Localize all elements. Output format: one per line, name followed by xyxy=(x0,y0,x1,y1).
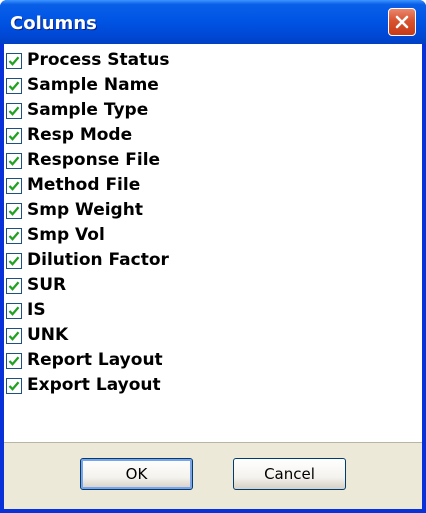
column-label: Dilution Factor xyxy=(27,250,169,270)
checkmark-icon xyxy=(8,56,20,66)
cancel-button[interactable]: Cancel xyxy=(233,458,346,490)
title-bar[interactable]: Columns xyxy=(0,0,426,44)
checkmark-icon xyxy=(8,231,20,241)
checkbox[interactable] xyxy=(6,253,22,269)
list-item[interactable]: Response File xyxy=(6,148,306,173)
list-item[interactable]: Dilution Factor xyxy=(6,248,306,273)
list-item[interactable]: SUR xyxy=(6,273,306,298)
checkbox[interactable] xyxy=(6,328,22,344)
checkmark-icon xyxy=(8,306,20,316)
list-item[interactable]: Smp Weight xyxy=(6,198,306,223)
window-title: Columns xyxy=(10,13,97,34)
column-label: Sample Name xyxy=(27,75,159,95)
column-label: Resp Mode xyxy=(27,125,133,145)
dialog-body: Process Status Sample Name Sample Type R… xyxy=(4,44,422,509)
close-icon xyxy=(395,15,409,29)
list-item[interactable]: Smp Vol xyxy=(6,223,306,248)
checkmark-icon xyxy=(8,81,20,91)
list-item[interactable]: Report Layout xyxy=(6,348,306,373)
list-item[interactable]: Sample Name xyxy=(6,73,306,98)
columns-dialog: Columns Process Status Sample Name Sampl… xyxy=(0,0,426,513)
checkbox[interactable] xyxy=(6,378,22,394)
checkbox[interactable] xyxy=(6,228,22,244)
column-label: Report Layout xyxy=(27,350,163,370)
column-label: Method File xyxy=(27,175,141,195)
checkmark-icon xyxy=(8,106,20,116)
close-button[interactable] xyxy=(388,8,416,36)
list-item[interactable]: Sample Type xyxy=(6,98,306,123)
list-item[interactable]: Process Status xyxy=(6,48,306,73)
column-label: SUR xyxy=(27,275,67,295)
checkmark-icon xyxy=(8,206,20,216)
checkmark-icon xyxy=(8,331,20,341)
column-label: Smp Weight xyxy=(27,200,143,220)
list-item[interactable]: UNK xyxy=(6,323,306,348)
list-item[interactable]: Export Layout xyxy=(6,373,306,398)
checkbox[interactable] xyxy=(6,153,22,169)
checkmark-icon xyxy=(8,281,20,291)
list-item[interactable]: Method File xyxy=(6,173,306,198)
list-item[interactable]: Resp Mode xyxy=(6,123,306,148)
checkbox[interactable] xyxy=(6,103,22,119)
column-label: Export Layout xyxy=(27,375,161,395)
column-label: IS xyxy=(27,300,46,320)
column-label: Response File xyxy=(27,150,161,170)
checkmark-icon xyxy=(8,181,20,191)
list-item[interactable]: IS xyxy=(6,298,306,323)
checkmark-icon xyxy=(8,131,20,141)
columns-list: Process Status Sample Name Sample Type R… xyxy=(4,44,422,443)
checkbox[interactable] xyxy=(6,128,22,144)
column-label: Smp Vol xyxy=(27,225,105,245)
checkbox[interactable] xyxy=(6,203,22,219)
checkbox[interactable] xyxy=(6,78,22,94)
checkbox[interactable] xyxy=(6,353,22,369)
checkbox[interactable] xyxy=(6,178,22,194)
checkmark-icon xyxy=(8,256,20,266)
checkbox[interactable] xyxy=(6,303,22,319)
checkbox[interactable] xyxy=(6,53,22,69)
column-label: UNK xyxy=(27,325,69,345)
checkbox[interactable] xyxy=(6,278,22,294)
checkmark-icon xyxy=(8,156,20,166)
column-label: Sample Type xyxy=(27,100,149,120)
ok-button[interactable]: OK xyxy=(80,458,193,490)
checkmark-icon xyxy=(8,381,20,391)
column-label: Process Status xyxy=(27,50,170,70)
checkmark-icon xyxy=(8,356,20,366)
